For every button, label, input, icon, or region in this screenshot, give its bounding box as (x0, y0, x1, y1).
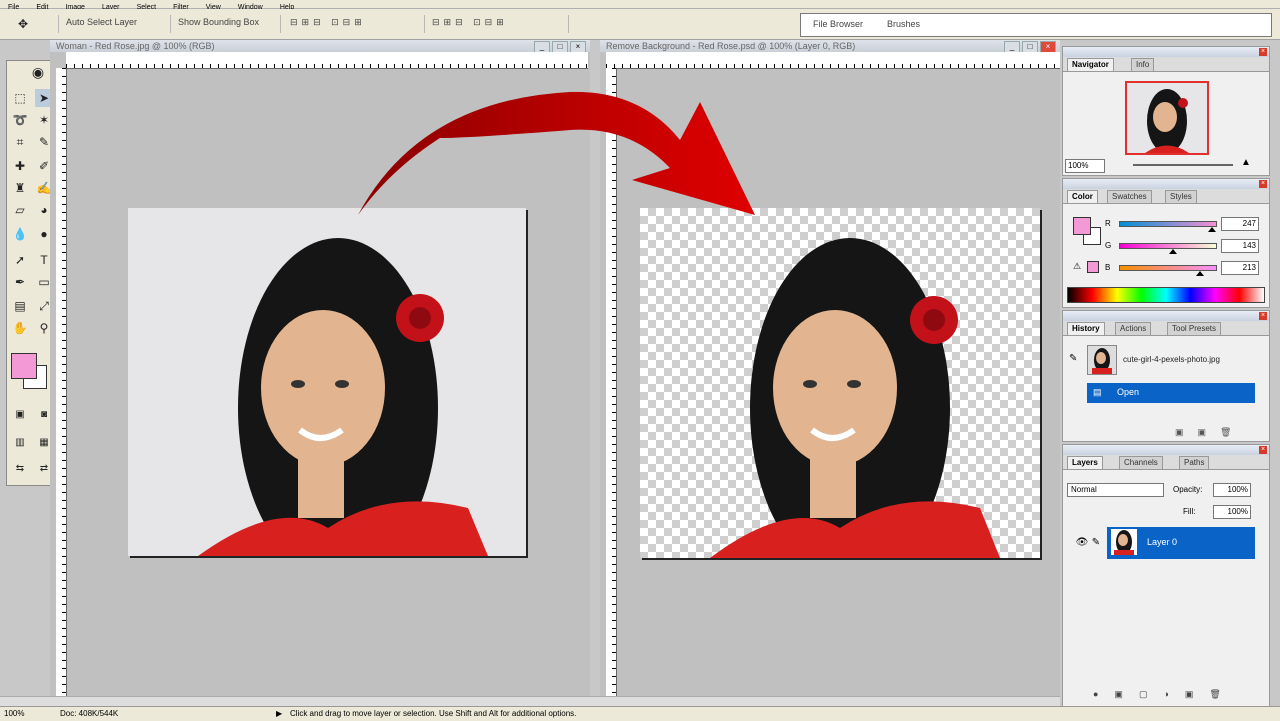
snapshot-name[interactable]: cute-girl-4-pexels-photo.jpg (1123, 355, 1220, 364)
channel-label-r: R (1105, 219, 1111, 228)
close-icon[interactable]: × (1259, 312, 1267, 320)
blend-mode-select[interactable]: Normal (1067, 483, 1164, 497)
layer-name: Layer 0 (1147, 537, 1178, 547)
tab-color[interactable]: Color (1067, 190, 1098, 203)
tab-swatches[interactable]: Swatches (1107, 190, 1152, 203)
layer-row-0[interactable]: Layer 0 (1107, 527, 1255, 559)
open-state-icon: ▤ (1093, 387, 1102, 397)
standard-mode-icon[interactable]: ▣ (11, 405, 29, 423)
history-state-label: Open (1117, 387, 1140, 397)
tab-paths[interactable]: Paths (1179, 456, 1210, 469)
close-icon[interactable]: × (1259, 180, 1267, 188)
menu-bar: File Edit Image Layer Select Filter View… (0, 0, 1280, 11)
hand-icon[interactable]: ✋ (11, 319, 29, 337)
red-arrow-overlay (358, 91, 755, 215)
slider-thumb-g[interactable] (1168, 249, 1177, 254)
notes-icon[interactable]: ▤ (11, 297, 29, 315)
tab-styles[interactable]: Styles (1165, 190, 1197, 203)
zoom-slider[interactable] (1133, 164, 1233, 166)
bounding-box-checkbox-label[interactable]: Show Bounding Box (178, 17, 259, 27)
layer-thumbnail (1111, 529, 1137, 555)
move-tool-icon[interactable]: ✥ (14, 15, 32, 33)
status-arrow-icon[interactable]: ▶ (276, 707, 282, 721)
fill-field[interactable]: 100% (1213, 505, 1251, 519)
screen-mode-icon[interactable]: ▥ (11, 433, 29, 451)
canvas-original-photo[interactable] (128, 208, 526, 556)
tab-history[interactable]: History (1067, 322, 1105, 335)
cutout-portrait (710, 238, 1000, 558)
warning-icon: ⚠ (1073, 261, 1082, 271)
close-icon[interactable]: × (1259, 48, 1267, 56)
color-ramp[interactable] (1067, 287, 1265, 303)
history-panel: × History Actions Tool Presets ✎ cute-gi… (1062, 310, 1270, 442)
tab-layers[interactable]: Layers (1067, 456, 1103, 469)
value-b[interactable]: 213 (1221, 261, 1259, 275)
opacity-label: Opacity: (1173, 485, 1203, 494)
imageready-icon[interactable]: ⇆ (11, 459, 29, 477)
pen-icon[interactable]: ✒ (11, 273, 29, 291)
foreground-color-fill[interactable] (11, 353, 37, 379)
status-bar: 100% Doc: 408K/544K ▶ Click and drag to … (0, 706, 1280, 721)
navigator-panel: × Navigator Info 100% ▲ (1062, 46, 1270, 176)
options-bar: ✥ Auto Select Layer Show Bounding Box ⊟⊞… (0, 9, 1280, 40)
tab-channels[interactable]: Channels (1119, 456, 1163, 469)
marquee-icon[interactable]: ⬚ (11, 89, 29, 107)
tab-tool-presets[interactable]: Tool Presets (1167, 322, 1222, 335)
blur-icon[interactable]: 💧 (11, 225, 29, 243)
layers-footer-icons[interactable]: ●▣▢◑▣🗑 (1093, 689, 1237, 700)
tab-info[interactable]: Info (1131, 58, 1155, 71)
palette-well: File Browser Brushes (800, 13, 1272, 37)
crop-icon[interactable]: ⌗ (11, 133, 29, 151)
horizontal-ruler (66, 52, 588, 69)
adobe-logo-icon[interactable]: ◉ (23, 63, 53, 81)
tab-navigator[interactable]: Navigator (1067, 58, 1114, 71)
canvas-transparent-result[interactable] (640, 208, 1040, 558)
channel-label-g: G (1105, 241, 1112, 250)
opacity-field[interactable]: 100% (1213, 483, 1251, 497)
value-g[interactable]: 143 (1221, 239, 1259, 253)
slider-r[interactable] (1119, 221, 1217, 227)
slider-thumb-b[interactable] (1195, 271, 1204, 276)
navigator-thumbnail[interactable] (1125, 81, 1209, 155)
document-title: Woman - Red Rose.jpg @ 100% (RGB) (50, 40, 590, 52)
status-hint: Click and drag to move layer or selectio… (290, 709, 577, 718)
status-doc-size[interactable]: Doc: 408K/544K (60, 707, 118, 721)
color-panel: × Color Swatches Styles ⚠ R 247 G 143 B … (1062, 178, 1270, 308)
tab-brushes[interactable]: Brushes (887, 19, 920, 29)
fill-label: Fill: (1183, 507, 1196, 516)
fg-color-chip[interactable] (1073, 217, 1091, 235)
distribute-icons[interactable]: ⊟⊞⊟ ⊡⊟⊞ (432, 17, 508, 28)
align-icons[interactable]: ⊟⊞⊟ ⊡⊟⊞ (290, 17, 366, 28)
healing-brush-icon[interactable]: ✚ (11, 157, 29, 175)
horizontal-ruler (606, 52, 1060, 69)
snapshot-thumbnail[interactable] (1087, 345, 1117, 375)
vertical-ruler (56, 68, 67, 696)
document-title: Remove Background - Red Rose.psd @ 100% … (600, 40, 1060, 52)
close-icon[interactable]: × (1259, 446, 1267, 454)
history-state-open[interactable]: ▤ Open (1087, 383, 1255, 403)
status-zoom[interactable]: 100% (4, 707, 24, 721)
slider-thumb-r[interactable] (1208, 227, 1217, 232)
zoom-in-icon[interactable]: ▲ (1241, 157, 1251, 168)
clone-stamp-icon[interactable]: ♜ (11, 179, 29, 197)
tab-file-browser[interactable]: File Browser (813, 19, 863, 29)
eraser-icon[interactable]: ▱ (11, 201, 29, 219)
history-footer-icons[interactable]: ▣▣🗑 (1175, 427, 1245, 438)
lasso-icon[interactable]: ➰ (11, 111, 29, 129)
layers-panel: × Layers Channels Paths Normal Opacity: … (1062, 444, 1270, 708)
web-safe-chip[interactable] (1087, 261, 1099, 273)
tab-actions[interactable]: Actions (1115, 322, 1152, 335)
channel-label-b: B (1105, 263, 1111, 272)
path-selection-icon[interactable]: ➚ (11, 251, 29, 269)
auto-select-checkbox-label[interactable]: Auto Select Layer (66, 17, 137, 27)
snapshot-brush-icon[interactable]: ✎ (1069, 353, 1077, 364)
portrait-photo (198, 238, 488, 556)
link-brush-icon[interactable]: ✎ (1089, 527, 1103, 559)
zoom-field[interactable]: 100% (1065, 159, 1105, 173)
value-r[interactable]: 247 (1221, 217, 1259, 231)
